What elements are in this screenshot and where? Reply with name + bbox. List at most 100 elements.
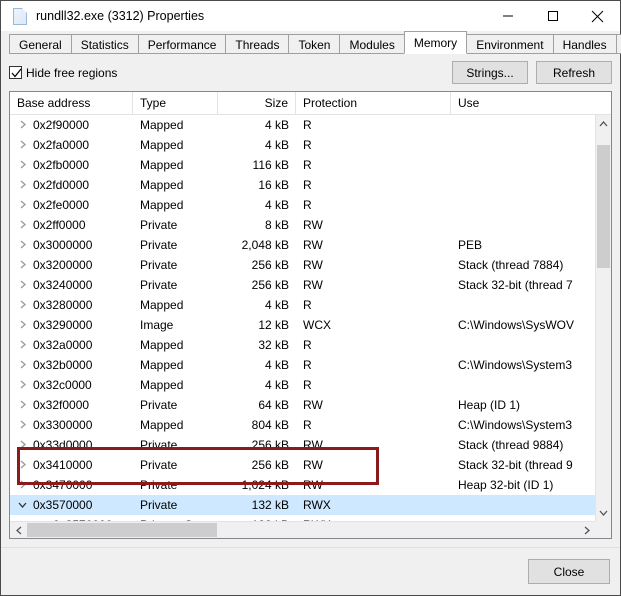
table-row[interactable]: 0x2f90000 Mapped 4 kB R [10, 115, 611, 135]
cell-protection: R [303, 198, 312, 212]
cell-type: Private [140, 398, 178, 412]
table-row[interactable]: 0x3240000 Private 256 kB RW Stack 32-bit (th… [10, 275, 611, 295]
cell-size: 4 kB [264, 118, 289, 132]
memory-regions-listview[interactable]: Base address Type Size Protection Use 0x… [9, 91, 612, 539]
cell-size: 16 kB [258, 178, 289, 192]
chevron-right-icon[interactable] [18, 460, 27, 469]
cell-protection: RW [303, 278, 323, 292]
cell-base-address: 0x32a0000 [10, 335, 133, 355]
table-row[interactable]: 0x3290000 Image 12 kB WCX C:\Windows\SysWOV [10, 315, 611, 335]
tab-threads[interactable]: Threads [225, 34, 290, 54]
scroll-right-button[interactable] [578, 522, 595, 539]
strings-button[interactable]: Strings... [452, 61, 528, 84]
scroll-left-button[interactable] [10, 522, 27, 539]
chevron-right-icon[interactable] [18, 360, 27, 369]
tab-environment[interactable]: Environment [466, 34, 554, 54]
cell-type: Image [140, 318, 174, 332]
chevron-right-icon[interactable] [18, 120, 27, 129]
cell-type: Mapped [140, 198, 184, 212]
column-header-size[interactable]: Size [218, 92, 296, 114]
chevron-right-icon[interactable] [18, 340, 27, 349]
base-address-text: 0x32b0000 [33, 358, 93, 372]
chevron-right-icon[interactable] [18, 180, 27, 189]
chevron-right-icon[interactable] [18, 300, 27, 309]
maximize-button[interactable] [530, 1, 575, 31]
tab-memory[interactable]: Memory [403, 31, 468, 54]
tab-modules[interactable]: Modules [339, 34, 405, 54]
base-address-text: 0x32a0000 [33, 338, 93, 352]
column-header-protection[interactable]: Protection [296, 92, 451, 114]
cell-base-address: 0x3570000 [10, 495, 133, 515]
table-row[interactable]: 0x3470000 Private 1,024 kB RW Heap 32-bit (I… [10, 475, 611, 495]
properties-window: rundll32.exe (3312) Properties General St… [0, 0, 621, 596]
horizontal-scrollbar[interactable] [10, 521, 595, 538]
table-row[interactable]: 0x32a0000 Mapped 32 kB R [10, 335, 611, 355]
column-header-base-address[interactable]: Base address [10, 92, 133, 114]
table-row[interactable]: 0x2fe0000 Mapped 4 kB R [10, 195, 611, 215]
table-row[interactable]: 0x3570000 Private 132 kB RWX [10, 495, 611, 515]
cell-base-address: 0x3410000 [10, 455, 133, 475]
chevron-right-icon[interactable] [18, 380, 27, 389]
base-address-text: 0x3000000 [33, 238, 93, 252]
base-address-text: 0x2fd0000 [33, 178, 90, 192]
table-row[interactable]: 0x2fd0000 Mapped 16 kB R [10, 175, 611, 195]
chevron-right-icon[interactable] [18, 400, 27, 409]
chevron-right-icon[interactable] [18, 240, 27, 249]
base-address-text: 0x2fb0000 [33, 158, 90, 172]
minimize-button[interactable] [485, 1, 530, 31]
close-button[interactable] [575, 1, 620, 31]
chevron-right-icon[interactable] [18, 320, 27, 329]
base-address-text: 0x2ff0000 [33, 218, 86, 232]
cell-size: 4 kB [264, 138, 289, 152]
table-row[interactable]: 0x32f0000 Private 64 kB RW Heap (ID 1) [10, 395, 611, 415]
chevron-right-icon[interactable] [18, 480, 27, 489]
cell-base-address: 0x3280000 [10, 295, 133, 315]
chevron-right-icon[interactable] [18, 260, 27, 269]
chevron-right-icon[interactable] [18, 420, 27, 429]
chevron-right-icon[interactable] [18, 440, 27, 449]
window-controls [485, 1, 620, 31]
table-row[interactable]: 0x33d0000 Private 256 kB RW Stack (thread 98… [10, 435, 611, 455]
table-row[interactable]: 0x32c0000 Mapped 4 kB R [10, 375, 611, 395]
table-row[interactable]: 0x2ff0000 Private 8 kB RW [10, 215, 611, 235]
chevron-right-icon[interactable] [18, 200, 27, 209]
tab-general[interactable]: General [9, 34, 72, 54]
scroll-down-button[interactable] [596, 504, 611, 521]
hide-free-regions-checkbox[interactable]: Hide free regions [9, 66, 117, 80]
cell-protection: R [303, 378, 312, 392]
column-header-type[interactable]: Type [133, 92, 218, 114]
chevron-right-icon[interactable] [18, 140, 27, 149]
chevron-right-icon[interactable] [18, 280, 27, 289]
tab-token[interactable]: Token [288, 34, 341, 54]
table-row[interactable]: 0x2fa0000 Mapped 4 kB R [10, 135, 611, 155]
chevron-down-icon[interactable] [18, 500, 27, 509]
vertical-scrollbar-thumb[interactable] [597, 145, 610, 268]
tab-gpu[interactable]: GPU [615, 34, 621, 54]
vertical-scrollbar[interactable] [595, 115, 611, 521]
tab-performance[interactable]: Performance [137, 34, 227, 54]
tab-statistics[interactable]: Statistics [70, 34, 139, 54]
cell-protection: R [303, 178, 312, 192]
table-row[interactable]: 0x3200000 Private 256 kB RW Stack (thread 78… [10, 255, 611, 275]
cell-size: 256 kB [251, 458, 289, 472]
horizontal-scrollbar-thumb[interactable] [27, 523, 217, 537]
table-row[interactable]: 0x2fb0000 Mapped 116 kB R [10, 155, 611, 175]
refresh-button[interactable]: Refresh [536, 61, 612, 84]
close-dialog-button[interactable]: Close [528, 559, 610, 584]
table-row[interactable]: 0x32b0000 Mapped 4 kB R C:\Windows\System3 [10, 355, 611, 375]
chevron-right-icon[interactable] [18, 220, 27, 229]
column-header-use[interactable]: Use [451, 92, 611, 114]
document-icon [13, 7, 27, 25]
cell-use: Stack (thread 9884) [458, 438, 564, 452]
scroll-up-button[interactable] [596, 115, 611, 132]
tab-handles[interactable]: Handles [552, 34, 617, 54]
cell-size: 4 kB [264, 358, 289, 372]
table-row[interactable]: 0x3300000 Mapped 804 kB R C:\Windows\System3 [10, 415, 611, 435]
chevron-right-icon[interactable] [18, 160, 27, 169]
table-row[interactable]: 0x3280000 Mapped 4 kB R [10, 295, 611, 315]
cell-size: 4 kB [264, 298, 289, 312]
table-row[interactable]: 0x3000000 Private 2,048 kB RW PEB [10, 235, 611, 255]
base-address-text: 0x32f0000 [33, 398, 90, 412]
cell-protection: RW [303, 458, 323, 472]
table-row[interactable]: 0x3410000 Private 256 kB RW Stack 32-bit (th… [10, 455, 611, 475]
